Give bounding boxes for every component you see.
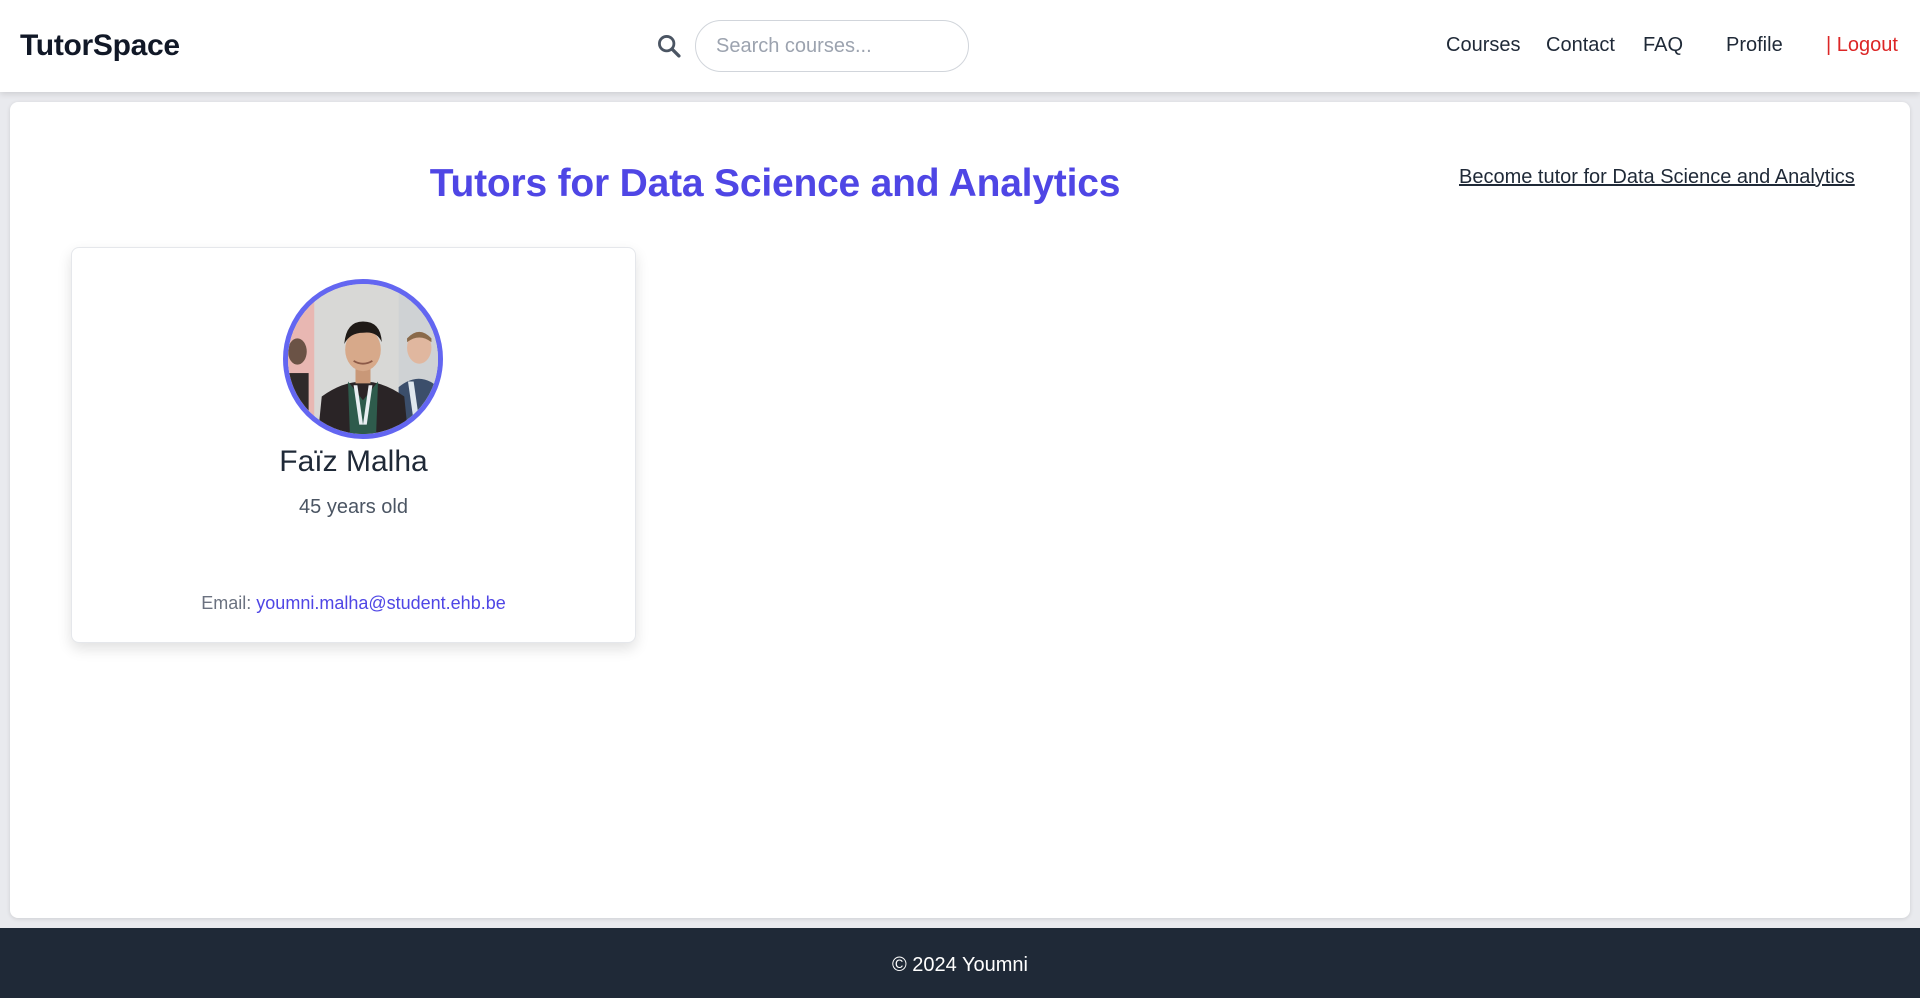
search-input[interactable] bbox=[695, 20, 969, 72]
become-tutor-link[interactable]: Become tutor for Data Science and Analyt… bbox=[1459, 166, 1855, 189]
tutor-email-row: Email: youmni.malha@student.ehb.be bbox=[72, 593, 635, 614]
search-icon[interactable] bbox=[655, 32, 683, 60]
footer: © 2024 Youmni bbox=[0, 928, 1920, 998]
email-label: Email: bbox=[201, 593, 252, 613]
tutor-card: Faïz Malha 45 years old Email: youmni.ma… bbox=[71, 247, 636, 643]
logout-link[interactable]: | Logout bbox=[1826, 34, 1898, 57]
copyright-text: © 2024 Youmni bbox=[892, 954, 1028, 976]
main-content: Tutors for Data Science and Analytics Be… bbox=[10, 102, 1910, 918]
page-title: Tutors for Data Science and Analytics bbox=[429, 162, 1121, 205]
avatar bbox=[283, 279, 443, 439]
nav-contact-link[interactable]: Contact bbox=[1546, 34, 1615, 57]
tutor-age: 45 years old bbox=[299, 496, 408, 518]
nav-courses-link[interactable]: Courses bbox=[1446, 34, 1520, 57]
top-navbar: TutorSpace Courses Contact FAQ Profile |… bbox=[0, 0, 1920, 92]
nav-faq-link[interactable]: FAQ bbox=[1643, 34, 1683, 57]
tutor-name: Faïz Malha bbox=[279, 445, 428, 478]
tutor-email-link[interactable]: youmni.malha@student.ehb.be bbox=[256, 593, 505, 613]
tutor-photo bbox=[288, 284, 438, 434]
brand-logo[interactable]: TutorSpace bbox=[20, 29, 180, 63]
nav-profile-link[interactable]: Profile bbox=[1726, 34, 1783, 57]
